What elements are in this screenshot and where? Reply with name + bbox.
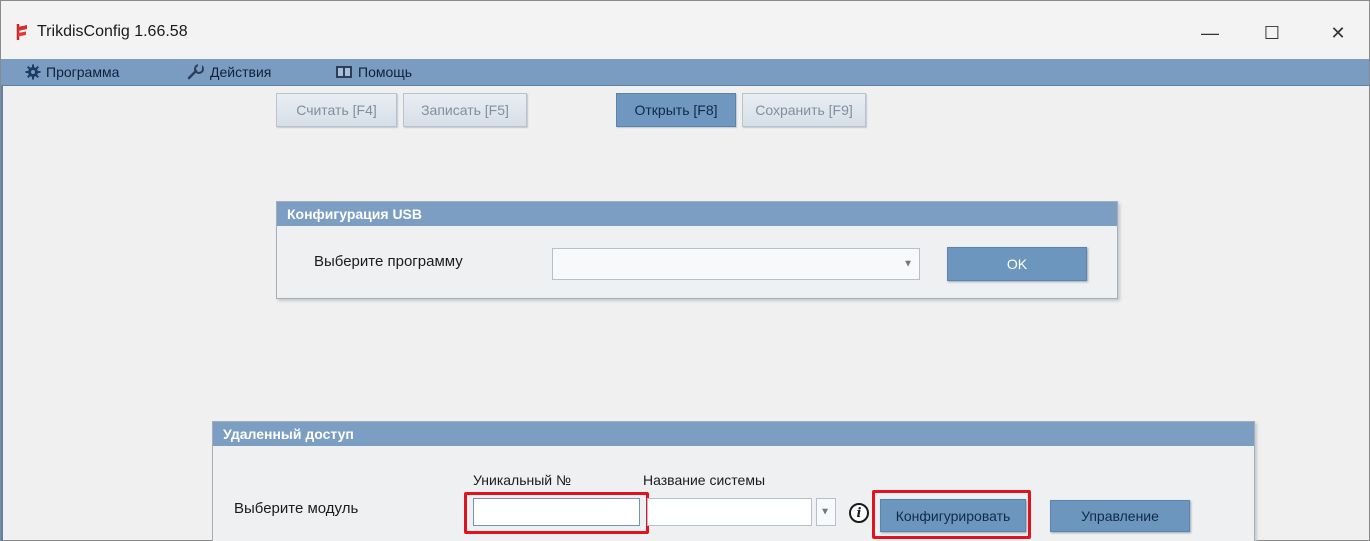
unique-no-label: Уникальный №	[473, 472, 572, 488]
menu-item-help[interactable]: Помощь	[335, 62, 412, 82]
window-title: TrikdisConfig 1.66.58	[37, 23, 188, 40]
left-border	[1, 85, 3, 541]
menu-item-program[interactable]: Программа	[25, 62, 119, 82]
ok-button[interactable]: OK	[947, 247, 1087, 281]
menu-item-program-label: Программа	[46, 64, 120, 80]
wrench-icon	[187, 64, 204, 80]
program-select[interactable]: ▼	[552, 248, 920, 280]
menu-item-help-label: Помощь	[358, 64, 413, 80]
gear-icon	[25, 64, 41, 80]
title-bar[interactable]: TrikdisConfig 1.66.58 — ☐ ✕	[1, 1, 1369, 59]
chevron-down-icon: ▼	[903, 258, 913, 270]
system-name-label: Название системы	[643, 472, 766, 488]
remote-access-panel: Удаленный доступ Выберите модуль Уникаль…	[212, 421, 1255, 541]
manage-button[interactable]: Управление	[1050, 500, 1190, 532]
minimize-button[interactable]: —	[1187, 15, 1233, 51]
select-program-label: Выберите программу	[314, 253, 463, 270]
write-button[interactable]: Записать [F5]	[403, 93, 527, 127]
usb-config-header: Конфигурация USB	[277, 202, 1117, 226]
configure-highlight	[872, 490, 1031, 539]
info-icon[interactable]: i	[849, 503, 869, 523]
close-button[interactable]: ✕	[1315, 15, 1361, 51]
unique-no-highlight	[464, 492, 649, 534]
book-icon	[336, 66, 352, 78]
save-button[interactable]: Сохранить [F9]	[742, 93, 866, 127]
maximize-button[interactable]: ☐	[1249, 15, 1295, 51]
chevron-down-icon: ▼	[820, 506, 830, 518]
menu-bar: Программа Действия Помощь	[1, 59, 1369, 86]
read-button[interactable]: Считать [F4]	[276, 93, 397, 127]
open-button[interactable]: Открыть [F8]	[616, 93, 736, 127]
select-module-label: Выберите модуль	[234, 500, 359, 517]
system-name-input[interactable]	[647, 498, 812, 526]
app-window: TrikdisConfig 1.66.58 — ☐ ✕ Программа Де…	[0, 0, 1370, 541]
menu-item-actions[interactable]: Действия	[187, 62, 271, 82]
usb-config-panel: Конфигурация USB Выберите программу ▼ OK	[276, 201, 1118, 299]
remote-access-header: Удаленный доступ	[213, 422, 1254, 446]
system-name-dropdown[interactable]: ▼	[816, 498, 836, 526]
app-logo-icon	[16, 24, 27, 40]
menu-item-actions-label: Действия	[210, 64, 272, 80]
